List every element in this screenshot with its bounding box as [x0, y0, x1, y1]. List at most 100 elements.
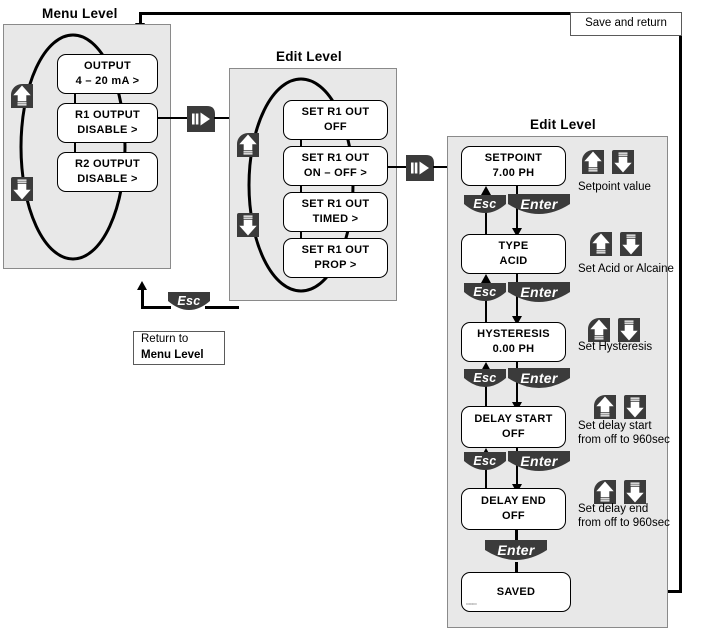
edit2-enter-key-3[interactable]: Enter — [508, 368, 570, 394]
edit-level-2-title: Edit Level — [530, 117, 596, 132]
edit2-esc-key-3-label: Esc — [473, 371, 497, 385]
menu-level-up-key[interactable] — [11, 84, 33, 108]
edit2-esc-key-4[interactable]: Esc — [464, 452, 506, 476]
menu-item-r1-output-line1: R1 OUTPUT — [74, 109, 141, 122]
menu-item-output[interactable]: OUTPUT 4 – 20 mA > — [57, 54, 158, 94]
menu-item-output-line2: 4 – 20 mA > — [75, 75, 140, 87]
edit2-setpoint-down-key[interactable] — [612, 150, 634, 174]
edit2-esc-arrow-1 — [481, 186, 491, 195]
edit2-delay-start-up-key[interactable] — [594, 395, 616, 419]
edit1-item-off-line2: OFF — [324, 121, 347, 133]
edit2-step-delay-end-line1: DELAY END — [480, 495, 547, 508]
edit2-step-hysteresis-line2: 0.00 PH — [492, 343, 535, 355]
edit2-esc-key-3[interactable]: Esc — [464, 369, 506, 393]
edit2-esc-key-2[interactable]: Esc — [464, 283, 506, 307]
edit2-enter-key-4[interactable]: Enter — [508, 451, 570, 477]
esc-return-key[interactable]: Esc — [168, 292, 210, 316]
edit2-enter-key-2-label: Enter — [520, 284, 558, 300]
nav-right-key-1[interactable] — [185, 102, 215, 132]
esc-return-key-label: Esc — [177, 294, 201, 308]
menu-item-output-line1: OUTPUT — [83, 60, 132, 73]
edit2-step-delay-start-line2: OFF — [502, 428, 525, 440]
edit2-step-setpoint[interactable]: SETPOINT 7.00 PH — [461, 146, 566, 186]
edit2-type-down-key[interactable] — [620, 232, 642, 256]
edit1-item-timed-line1: SET R1 OUT — [301, 198, 370, 211]
edit2-step-type[interactable]: TYPE ACID — [461, 234, 566, 274]
edit2-step-delay-end-line2: OFF — [502, 510, 525, 522]
diagram-canvas: Save and return Menu Level OUTPUT 4 – 20… — [0, 0, 701, 631]
edit1-item-prop-line1: SET R1 OUT — [301, 244, 370, 257]
save-and-return-label: Save and return — [585, 17, 667, 30]
edit2-step-delay-start[interactable]: DELAY START OFF — [461, 406, 566, 448]
edit2-hysteresis-note-line1: Set Hysteresis — [578, 341, 653, 353]
edit2-hysteresis-up-key[interactable] — [588, 318, 610, 342]
edit-level-1-down-key[interactable] — [237, 213, 259, 237]
edit2-delay-end-note-line2: from off to 960sec — [578, 517, 670, 530]
edit2-delay-start-note: Set delay start from off to 960sec — [578, 419, 670, 448]
edit2-setpoint-note: Setpoint value — [578, 180, 651, 194]
edit1-item-timed-line2: TIMED > — [312, 213, 359, 225]
edit2-step-delay-end[interactable]: DELAY END OFF — [461, 488, 566, 530]
edit2-enter-key-1-label: Enter — [520, 196, 558, 212]
edit2-step-type-line1: TYPE — [498, 240, 529, 253]
edit2-esc-key-4-label: Esc — [473, 454, 497, 468]
edit2-type-up-key[interactable] — [590, 232, 612, 256]
edit2-delay-start-note-line1: Set delay start — [578, 420, 652, 432]
edit2-esc-key-1[interactable]: Esc — [464, 195, 506, 219]
menu-level-title: Menu Level — [42, 6, 118, 21]
menu-to-edit1-line-a — [158, 117, 187, 119]
return-to-line2: Menu Level — [141, 349, 204, 361]
edit1-item-on-off-line1: SET R1 OUT — [301, 152, 370, 165]
saved-box-watermark: ▭▭▭ — [466, 601, 477, 606]
edit-level-1-up-key[interactable] — [237, 133, 259, 157]
edit1-item-prop[interactable]: SET R1 OUT PROP > — [283, 238, 388, 278]
esc-return-horizontal-left — [141, 306, 171, 309]
menu-item-r1-output-line2: DISABLE > — [77, 124, 138, 136]
edit2-delay-end-note: Set delay end from off to 960sec — [578, 502, 670, 531]
edit1-item-off[interactable]: SET R1 OUT OFF — [283, 100, 388, 140]
edit2-type-note: Set Acid or Alcaine — [578, 262, 674, 276]
edit2-step-delay-start-line1: DELAY START — [474, 413, 553, 426]
edit2-delay-start-note-line2: from off to 960sec — [578, 434, 670, 447]
edit2-step-saved-line1: SAVED — [496, 585, 536, 598]
return-to-menu-level-callout: Return to Menu Level — [133, 331, 225, 365]
edit2-delay-end-down-key[interactable] — [624, 480, 646, 504]
edit1-item-off-line1: SET R1 OUT — [301, 106, 370, 119]
edit2-esc-arrow-2 — [481, 274, 491, 283]
edit2-step-setpoint-line1: SETPOINT — [484, 152, 543, 165]
esc-return-horizontal-right — [205, 306, 239, 309]
edit2-enter-key-4-label: Enter — [520, 453, 558, 469]
edit2-step-setpoint-line2: 7.00 PH — [492, 167, 535, 179]
edit-level-1-title: Edit Level — [276, 49, 342, 64]
menu-item-r2-output-line1: R2 OUTPUT — [74, 158, 141, 171]
edit2-setpoint-note-line1: Setpoint value — [578, 181, 651, 193]
edit2-step-saved[interactable]: SAVED — [461, 572, 571, 612]
edit2-type-note-line1: Set Acid or Alcaine — [578, 263, 674, 275]
edit1-item-on-off-line2: ON – OFF > — [303, 167, 368, 179]
edit1-item-prop-line2: PROP > — [314, 259, 357, 271]
return-route-right — [679, 12, 682, 593]
menu-item-r2-output-line2: DISABLE > — [77, 173, 138, 185]
menu-item-r1-output[interactable]: R1 OUTPUT DISABLE > — [57, 103, 158, 143]
edit2-delay-end-note-line1: Set delay end — [578, 503, 649, 515]
edit2-esc-key-2-label: Esc — [473, 285, 497, 299]
edit2-final-enter-key[interactable]: Enter — [485, 540, 547, 566]
edit1-item-on-off[interactable]: SET R1 OUT ON – OFF > — [283, 146, 388, 186]
edit2-delay-end-up-key[interactable] — [594, 480, 616, 504]
edit2-setpoint-up-key[interactable] — [582, 150, 604, 174]
edit2-enter-key-2[interactable]: Enter — [508, 282, 570, 308]
nav-right-key-2[interactable] — [404, 151, 434, 181]
edit2-enter-key-1[interactable]: Enter — [508, 194, 570, 220]
edit2-step-hysteresis-line1: HYSTERESIS — [477, 328, 550, 341]
edit2-delay-start-down-key[interactable] — [624, 395, 646, 419]
edit2-step-hysteresis[interactable]: HYSTERESIS 0.00 PH — [461, 322, 566, 362]
edit2-enter-key-3-label: Enter — [520, 370, 558, 386]
edit2-final-enter-key-label: Enter — [497, 542, 535, 558]
menu-level-down-key[interactable] — [11, 177, 33, 201]
edit2-esc-key-1-label: Esc — [473, 197, 497, 211]
esc-return-arrowhead — [137, 281, 147, 290]
menu-item-r2-output[interactable]: R2 OUTPUT DISABLE > — [57, 152, 158, 192]
save-and-return-callout: Save and return — [570, 12, 682, 36]
edit1-item-timed[interactable]: SET R1 OUT TIMED > — [283, 192, 388, 232]
edit2-hysteresis-down-key[interactable] — [618, 318, 640, 342]
